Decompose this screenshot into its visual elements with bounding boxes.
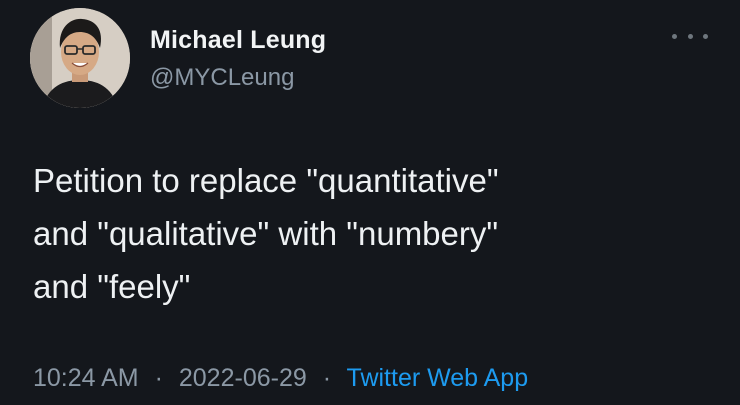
meta-separator: ·: [322, 364, 332, 392]
tweet-card: Michael Leung @MYCLeung Petition to repl…: [0, 0, 740, 405]
tweet-text: Petition to replace "quantitative" and "…: [33, 162, 499, 305]
profile-photo-icon: [30, 8, 130, 108]
avatar[interactable]: [30, 8, 130, 108]
author-display-name[interactable]: Michael Leung: [150, 26, 326, 55]
tweet-time[interactable]: 10:24 AM: [33, 364, 139, 392]
author-handle[interactable]: @MYCLeung: [150, 64, 294, 92]
meta-separator: ·: [154, 364, 163, 392]
more-options-button[interactable]: [672, 26, 708, 46]
tweet-date[interactable]: 2022-06-29: [179, 364, 307, 392]
tweet-metadata: 10:24 AM · 2022-06-29 · Twitter Web App: [33, 364, 528, 393]
more-horizontal-icon: [687, 33, 693, 39]
more-horizontal-icon: [672, 33, 677, 39]
tweet-source-link[interactable]: Twitter Web App: [347, 364, 529, 392]
more-horizontal-icon: [703, 33, 708, 39]
